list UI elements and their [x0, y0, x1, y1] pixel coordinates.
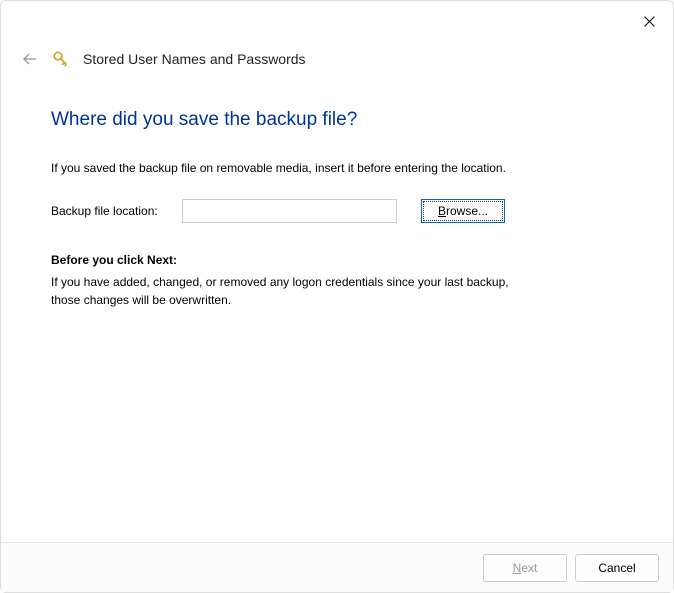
warning-heading: Before you click Next:	[51, 253, 623, 267]
warning-text: If you have added, changed, or removed a…	[51, 273, 511, 309]
cancel-button[interactable]: Cancel	[575, 554, 659, 582]
browse-button[interactable]: Browse...	[421, 199, 505, 223]
next-label-rest: ext	[521, 561, 537, 575]
wizard-header: Stored User Names and Passwords	[1, 1, 673, 69]
back-arrow-icon	[22, 51, 38, 67]
description-text: If you saved the backup file on removabl…	[51, 159, 551, 177]
file-location-row: Backup file location: Browse...	[51, 199, 623, 223]
browse-label-rest: rowse...	[446, 204, 488, 218]
header-title: Stored User Names and Passwords	[83, 51, 306, 67]
wizard-content: Where did you save the backup file? If y…	[1, 69, 673, 309]
back-button[interactable]	[21, 50, 39, 68]
next-button[interactable]: Next	[483, 554, 567, 582]
file-location-input[interactable]	[182, 199, 397, 223]
browse-accelerator: B	[438, 204, 446, 218]
key-icon	[51, 49, 71, 69]
file-location-label: Backup file location:	[51, 204, 166, 218]
close-button[interactable]	[639, 11, 659, 31]
page-heading: Where did you save the backup file?	[51, 109, 623, 131]
close-icon	[643, 15, 656, 28]
wizard-footer: Next Cancel	[1, 542, 673, 592]
